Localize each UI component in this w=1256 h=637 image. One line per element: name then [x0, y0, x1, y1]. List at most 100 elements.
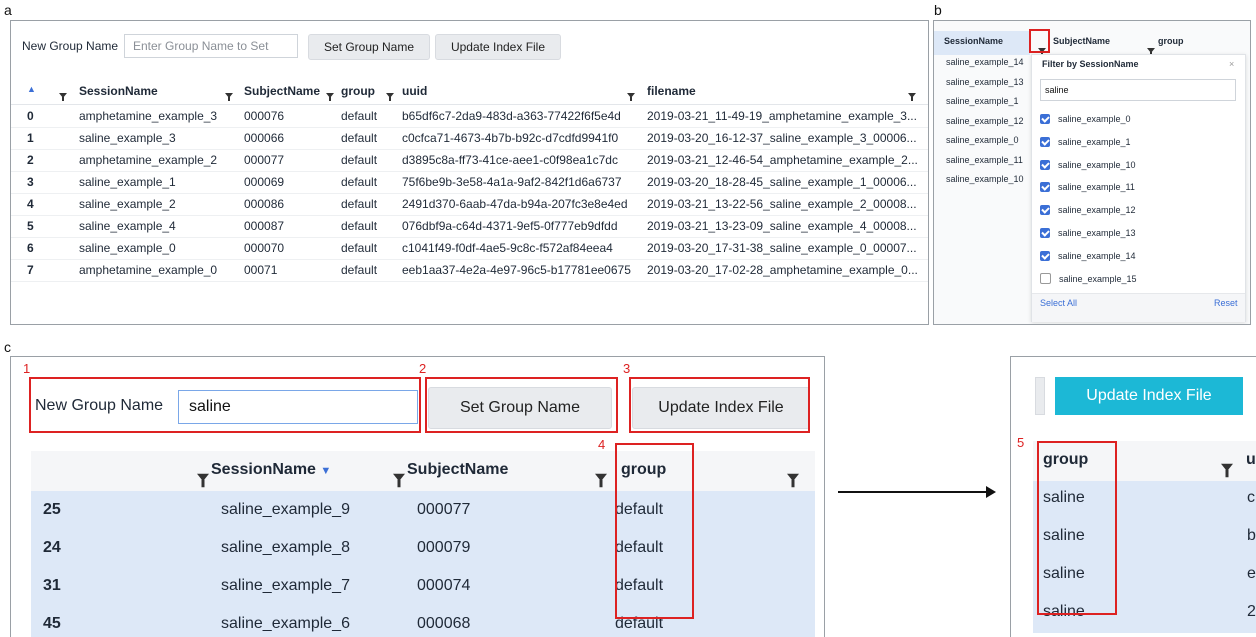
column-header-subjectname[interactable]: SubjectName — [1053, 36, 1110, 46]
table-row[interactable]: 0 amphetamine_example_3 000076 default b65df… — [11, 105, 928, 128]
reset-link[interactable]: Reset — [1214, 298, 1238, 308]
table-row[interactable]: 6 saline_example_0 000070 default c1041f49-f… — [11, 237, 928, 260]
cell-subjectname: 000087 — [244, 219, 285, 233]
cell-uuid: 2 — [1247, 603, 1256, 620]
cell-uuid: 2491d370-6aab-47da-b94a-207fc3e8e4ed — [402, 197, 628, 211]
column-header-subjectname[interactable]: SubjectName — [407, 461, 508, 479]
filter-icon[interactable] — [787, 467, 799, 488]
column-header-uuid[interactable]: uuid — [402, 84, 427, 98]
row-index: 6 — [27, 241, 34, 255]
column-header-sessionname[interactable]: SessionName ▼ — [211, 461, 331, 479]
filter-option[interactable]: saline_example_15 — [1040, 271, 1137, 287]
row-index: 25 — [43, 501, 61, 518]
sort-descending-icon[interactable]: ▼ — [320, 465, 331, 477]
row-index: 0 — [27, 109, 34, 123]
cell-subjectname: 000066 — [244, 131, 285, 145]
table-row[interactable]: 24 saline_example_8 000079 default — [31, 529, 815, 567]
row-index: 4 — [27, 197, 34, 211]
filter-option[interactable]: saline_example_14 — [1040, 248, 1136, 264]
cell-group: default — [341, 153, 378, 167]
update-index-file-button[interactable]: Update Index File — [1055, 377, 1243, 415]
list-item[interactable]: saline_example_0 — [946, 135, 1019, 145]
list-item[interactable]: saline_example_12 — [946, 116, 1024, 126]
list-item[interactable]: saline_example_11 — [946, 155, 1023, 165]
select-all-link[interactable]: Select All — [1040, 298, 1077, 308]
filter-icon[interactable] — [59, 87, 67, 101]
marker-1: 1 — [23, 361, 31, 376]
filter-option-label: saline_example_10 — [1058, 159, 1136, 170]
sort-ascending-icon[interactable]: ▲ — [27, 84, 36, 94]
cell-filename: 2019-03-21_12-46-54_amphetamine_example_… — [647, 153, 918, 167]
column-header-group[interactable]: group — [1158, 36, 1184, 46]
filter-icon[interactable] — [197, 467, 209, 488]
filter-icon[interactable] — [393, 467, 405, 488]
panel-c-frame: saline New Group Name Set Group Name Upd… — [10, 356, 825, 637]
checkbox-checked-icon[interactable] — [1040, 182, 1050, 193]
cell-filename: 2019-03-21_13-23-09_saline_example_4_000… — [647, 219, 917, 233]
highlight-group-column — [615, 443, 694, 619]
list-item[interactable]: saline_example_10 — [946, 174, 1024, 184]
group-name-input[interactable]: Enter Group Name to Set — [124, 34, 298, 58]
filter-icon[interactable] — [386, 87, 394, 101]
filter-option[interactable]: saline_example_10 — [1040, 157, 1136, 173]
filter-option[interactable]: saline_example_1 — [1040, 134, 1131, 150]
cell-sessionname: amphetamine_example_3 — [79, 109, 218, 123]
table-row[interactable]: 1 saline_example_3 000066 default c0cfca71-4… — [11, 127, 928, 150]
row-index: 7 — [27, 263, 34, 277]
table-row[interactable]: 7 amphetamine_example_0 00071 default eeb1aa… — [11, 259, 928, 282]
close-icon[interactable]: × — [1229, 59, 1234, 69]
checkbox-checked-icon[interactable] — [1040, 136, 1050, 147]
filter-search-input[interactable]: saline — [1040, 79, 1236, 101]
filter-icon[interactable] — [908, 87, 916, 101]
filter-icon[interactable] — [225, 87, 233, 101]
table-row[interactable]: 25 saline_example_9 000077 default — [31, 491, 815, 529]
column-header-sessionname[interactable]: SessionName — [944, 36, 1003, 46]
filter-option[interactable]: saline_example_13 — [1040, 225, 1136, 241]
filter-icon[interactable] — [326, 87, 334, 101]
table-row[interactable]: 45 saline_example_6 000068 default — [31, 605, 815, 637]
table-row[interactable]: 4 saline_example_2 000086 default 2491d370-6… — [11, 193, 928, 216]
set-group-name-button[interactable]: Set Group Name — [308, 34, 430, 60]
checkbox-unchecked-icon[interactable] — [1040, 273, 1051, 285]
column-header-sessionname[interactable]: SessionName — [79, 84, 158, 98]
list-item[interactable]: saline_example_13 — [946, 77, 1024, 87]
checkbox-checked-icon[interactable] — [1040, 250, 1050, 261]
cell-sessionname: saline_example_4 — [79, 219, 176, 233]
column-header-group[interactable]: group — [341, 84, 375, 98]
row-index: 31 — [43, 577, 61, 594]
checkbox-checked-icon[interactable] — [1040, 228, 1050, 238]
column-header-uuid[interactable]: u — [1246, 451, 1256, 469]
filter-option-label: saline_example_14 — [1058, 250, 1136, 261]
checkbox-checked-icon[interactable] — [1040, 114, 1050, 124]
cell-sessionname: saline_example_1 — [79, 175, 176, 189]
checkbox-checked-icon[interactable] — [1040, 159, 1050, 170]
table-row[interactable]: 31 saline_example_7 000074 default — [31, 567, 815, 605]
table-row[interactable]: 3 saline_example_1 000069 default 75f6be9b-3… — [11, 171, 928, 194]
table-row[interactable]: 5 saline_example_4 000087 default 076dbf9a-c… — [11, 215, 928, 238]
filter-icon[interactable] — [595, 467, 607, 488]
filter-popup: Filter by SessionName × saline saline_ex… — [1031, 54, 1246, 322]
cell-filename: 2019-03-21_13-22-56_saline_example_2_000… — [647, 197, 917, 211]
filter-option[interactable]: saline_example_11 — [1040, 179, 1135, 195]
row-index: 3 — [27, 175, 34, 189]
list-item[interactable]: saline_example_14 — [946, 57, 1024, 67]
filter-icon[interactable] — [1221, 457, 1233, 478]
cell-subjectname: 000086 — [244, 197, 285, 211]
panel-a-frame: New Group Name Enter Group Name to Set S… — [10, 20, 929, 325]
filter-option[interactable]: saline_example_0 — [1040, 111, 1131, 127]
filter-icon[interactable] — [627, 87, 635, 101]
list-item[interactable]: saline_example_1 — [946, 96, 1019, 106]
cell-sessionname: saline_example_2 — [79, 197, 176, 211]
column-header-subjectname[interactable]: SubjectName — [244, 84, 324, 98]
cell-sessionname: saline_example_3 — [79, 131, 176, 145]
update-index-file-button[interactable]: Update Index File — [435, 34, 561, 60]
cell-sessionname: saline_example_8 — [221, 539, 350, 556]
column-header-filename[interactable]: filename — [647, 84, 696, 98]
filter-option[interactable]: saline_example_12 — [1040, 202, 1136, 218]
table-row[interactable]: 2 amphetamine_example_2 000077 default d3895… — [11, 149, 928, 172]
new-group-label: New Group Name — [22, 39, 119, 53]
row-index: 2 — [27, 153, 34, 167]
filter-option-label: saline_example_13 — [1058, 228, 1136, 238]
checkbox-checked-icon[interactable] — [1040, 205, 1050, 216]
cell-uuid: b — [1247, 527, 1256, 544]
